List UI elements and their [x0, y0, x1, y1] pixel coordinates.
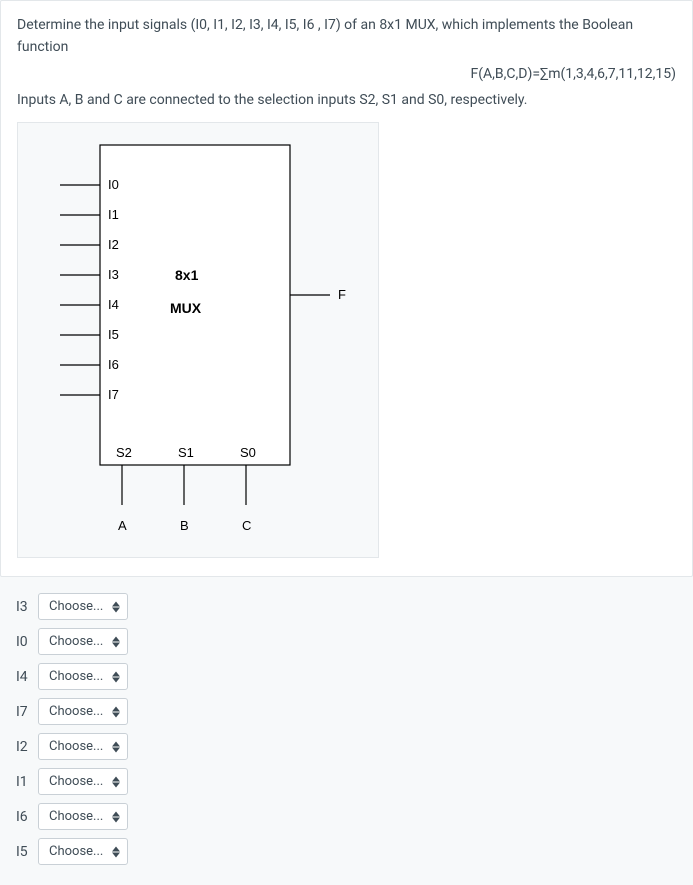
- mux-input-label: I5: [108, 327, 119, 342]
- question-selection-note: Inputs A, B and C are connected to the s…: [17, 90, 676, 112]
- mux-title-2: MUX: [170, 300, 202, 316]
- mux-input-label: I4: [108, 297, 119, 312]
- answer-select-i0[interactable]: Choose...: [38, 628, 128, 655]
- mux-input-label: I3: [108, 267, 119, 282]
- question-formula: F(A,B,C,D)=∑m(1,3,4,6,7,11,12,15): [17, 66, 676, 82]
- select-placeholder: Choose...: [49, 599, 103, 614]
- mux-output-label: F: [338, 287, 346, 302]
- answer-row: I4 Choose...: [16, 663, 677, 690]
- mux-select-var: A: [118, 518, 127, 533]
- answer-row: I6 Choose...: [16, 803, 677, 830]
- answer-row: I3 Choose...: [16, 593, 677, 620]
- question-card: Determine the input signals (I0, I1, I2,…: [0, 0, 693, 577]
- mux-select-var: C: [242, 518, 251, 533]
- mux-input-label: I1: [108, 207, 119, 222]
- answer-label: I6: [16, 809, 38, 825]
- answer-label: I0: [16, 634, 38, 650]
- answer-label: I2: [16, 739, 38, 755]
- select-placeholder: Choose...: [49, 774, 103, 789]
- mux-title-1: 8x1: [175, 267, 199, 283]
- answer-label: I3: [16, 599, 38, 615]
- select-placeholder: Choose...: [49, 739, 103, 754]
- updown-icon: [112, 741, 120, 752]
- mux-diagram: I0 I1 I2 I3 I4 I5 I6 I7 8x1 MUX F S2 S1 …: [17, 122, 379, 558]
- updown-icon: [112, 671, 120, 682]
- answer-row: I0 Choose...: [16, 628, 677, 655]
- mux-input-label: I7: [108, 387, 119, 402]
- updown-icon: [112, 706, 120, 717]
- mux-select-label: S0: [240, 445, 256, 460]
- mux-select-label: S2: [116, 445, 132, 460]
- mux-input-label: I6: [108, 357, 119, 372]
- question-intro: Determine the input signals (I0, I1, I2,…: [17, 15, 676, 58]
- answer-row: I2 Choose...: [16, 733, 677, 760]
- answer-label: I1: [16, 774, 38, 790]
- answer-row: I7 Choose...: [16, 698, 677, 725]
- answer-select-i3[interactable]: Choose...: [38, 593, 128, 620]
- select-placeholder: Choose...: [49, 669, 103, 684]
- select-placeholder: Choose...: [49, 809, 103, 824]
- updown-icon: [112, 601, 120, 612]
- answer-select-i1[interactable]: Choose...: [38, 768, 128, 795]
- updown-icon: [112, 776, 120, 787]
- answer-select-i4[interactable]: Choose...: [38, 663, 128, 690]
- updown-icon: [112, 811, 120, 822]
- mux-svg: I0 I1 I2 I3 I4 I5 I6 I7 8x1 MUX F S2 S1 …: [30, 135, 350, 545]
- answer-label: I7: [16, 704, 38, 720]
- answer-label: I4: [16, 669, 38, 685]
- answer-select-i7[interactable]: Choose...: [38, 698, 128, 725]
- mux-select-var: B: [180, 518, 189, 533]
- mux-select-label: S1: [178, 445, 194, 460]
- mux-input-label: I0: [108, 177, 119, 192]
- answer-select-i6[interactable]: Choose...: [38, 803, 128, 830]
- answer-select-i2[interactable]: Choose...: [38, 733, 128, 760]
- mux-input-label: I2: [108, 237, 119, 252]
- updown-icon: [112, 636, 120, 647]
- select-placeholder: Choose...: [49, 704, 103, 719]
- select-placeholder: Choose...: [49, 634, 103, 649]
- answer-row: I1 Choose...: [16, 768, 677, 795]
- answers-section: I3 Choose... I0 Choose... I4 Choose...: [0, 581, 693, 885]
